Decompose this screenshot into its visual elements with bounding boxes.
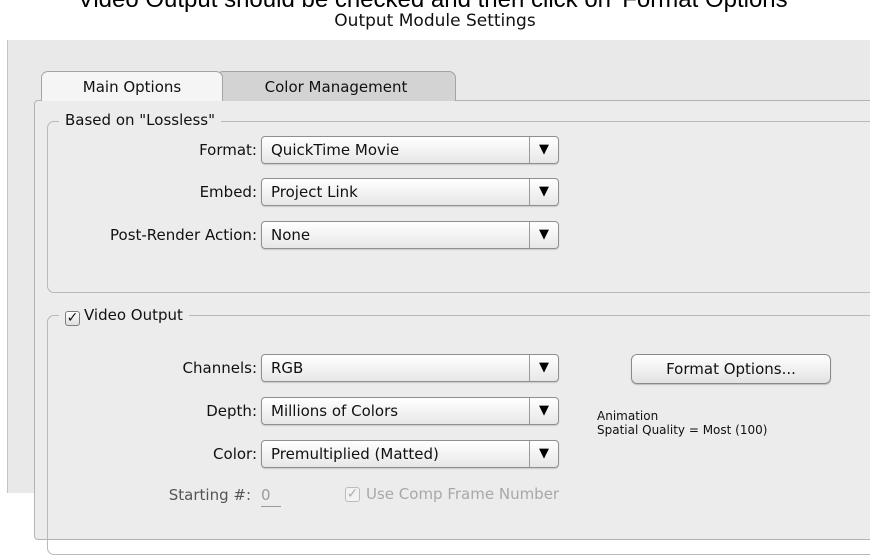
based-on-group-label: Based on "Lossless" <box>59 111 221 129</box>
use-comp-frame-checkbox[interactable]: ✓ <box>345 487 360 502</box>
post-render-select[interactable]: None ▼ <box>261 221 559 249</box>
chevron-down-icon: ▼ <box>539 360 549 375</box>
channels-label: Channels: <box>182 359 257 377</box>
format-value: QuickTime Movie <box>271 141 400 159</box>
format-info-quality: Spatial Quality = Most (100) <box>597 423 768 437</box>
tab-color-management[interactable]: Color Management <box>216 71 456 101</box>
format-info-codec: Animation <box>597 409 659 423</box>
video-output-group-label: ✓ Video Output <box>59 306 189 326</box>
chevron-down-icon: ▼ <box>539 184 549 199</box>
window-title: Output Module Settings <box>334 11 536 31</box>
video-output-label: Video Output <box>84 306 183 324</box>
post-render-value: None <box>271 226 311 244</box>
color-select[interactable]: Premultiplied (Matted) ▼ <box>261 440 559 468</box>
tab-main-options-label: Main Options <box>82 78 182 96</box>
tab-main-options[interactable]: Main Options <box>41 71 223 101</box>
chevron-down-icon: ▼ <box>539 227 549 242</box>
channels-value: RGB <box>271 359 304 377</box>
tab-color-management-label: Color Management <box>264 78 408 96</box>
depth-label: Depth: <box>206 402 257 420</box>
chevron-down-icon: ▼ <box>539 142 549 157</box>
format-label: Format: <box>199 141 257 159</box>
starting-number-value: 0 <box>261 486 271 504</box>
depth-select[interactable]: Millions of Colors ▼ <box>261 397 559 425</box>
color-label: Color: <box>213 445 257 463</box>
embed-value: Project Link <box>271 183 358 201</box>
embed-select[interactable]: Project Link ▼ <box>261 178 559 206</box>
post-render-label: Post-Render Action: <box>110 226 257 244</box>
use-comp-frame-label: Use Comp Frame Number <box>366 485 560 503</box>
chevron-down-icon: ▼ <box>539 446 549 461</box>
video-output-checkbox[interactable]: ✓ <box>65 311 80 326</box>
main-options-panel: Based on "Lossless" Format: QuickTime Mo… <box>34 100 870 555</box>
embed-label: Embed: <box>199 183 257 201</box>
chevron-down-icon: ▼ <box>539 403 549 418</box>
starting-number-label: Starting #: <box>168 486 251 504</box>
depth-value: Millions of Colors <box>271 402 399 420</box>
color-value: Premultiplied (Matted) <box>271 445 439 463</box>
format-options-button[interactable]: Format Options... <box>631 354 831 384</box>
channels-select[interactable]: RGB ▼ <box>261 354 559 382</box>
starting-number-field[interactable]: 0 <box>261 484 281 507</box>
format-select[interactable]: QuickTime Movie ▼ <box>261 136 559 164</box>
dialog-body: Main Options Color Management Based on "… <box>7 40 870 555</box>
